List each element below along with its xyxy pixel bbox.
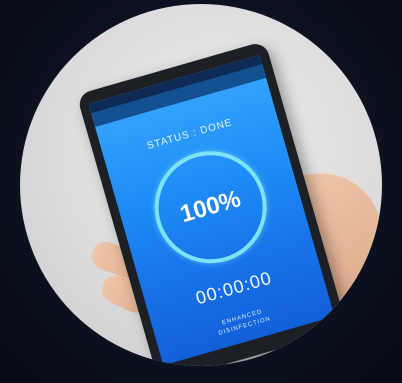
tablet-device: STATUS : DONE 100% 00:00:00 ENHANCED DIS… — [76, 40, 348, 366]
progress-ring-icon: 100% — [141, 137, 280, 277]
tablet-screen: STATUS : DONE 100% 00:00:00 ENHANCED DIS… — [88, 54, 335, 366]
progress-percent: 100% — [177, 185, 244, 229]
photo-frame: STATUS : DONE 100% 00:00:00 ENHANCED DIS… — [20, 4, 382, 366]
